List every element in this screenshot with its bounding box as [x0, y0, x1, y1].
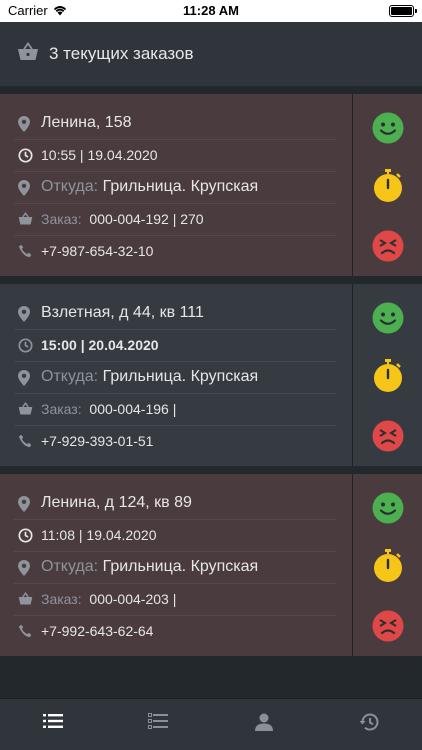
- basket-icon: [18, 402, 33, 421]
- phone-text[interactable]: +7-992-643-62-64: [41, 623, 153, 639]
- phone-icon: [18, 624, 32, 643]
- checklist-icon: [148, 713, 169, 729]
- datetime-text: 15:00 | 20.04.2020: [41, 337, 159, 353]
- location-pin-icon: [18, 116, 30, 137]
- location-pin-icon: [18, 370, 30, 391]
- basket-icon: [18, 212, 33, 231]
- from-value: Грильница. Крупская: [102, 178, 259, 195]
- address-text: Взлетная, д 44, кв 111: [41, 304, 204, 321]
- order-label: Заказ:: [41, 211, 82, 227]
- orders-header: 3 текущих заказов: [0, 22, 422, 86]
- address-row: Взлетная, д 44, кв 111: [0, 298, 336, 330]
- order-card[interactable]: Ленина, д 124, кв 89 11:08 | 19.04.2020 …: [0, 474, 422, 656]
- order-details[interactable]: Взлетная, д 44, кв 111 15:00 | 20.04.202…: [0, 284, 352, 466]
- address-text: Ленина, 158: [41, 114, 132, 131]
- datetime-row: 11:08 | 19.04.2020: [0, 520, 336, 552]
- order-number-text: Заказ: 000-004-192 | 270: [41, 211, 204, 227]
- happy-face-icon[interactable]: [372, 492, 404, 524]
- datetime-row: 10:55 | 19.04.2020: [0, 140, 336, 172]
- phone-row[interactable]: +7-992-643-62-64: [0, 616, 336, 648]
- order-value: 000-004-196 |: [89, 401, 177, 417]
- order-actions: [353, 474, 422, 656]
- happy-face-icon[interactable]: [372, 302, 404, 334]
- location-pin-icon: [18, 496, 30, 517]
- address-row: Ленина, д 124, кв 89: [0, 488, 336, 520]
- order-card[interactable]: Взлетная, д 44, кв 111 15:00 | 20.04.202…: [0, 284, 422, 466]
- phone-row[interactable]: +7-929-393-01-51: [0, 426, 336, 458]
- tab-profile[interactable]: [211, 699, 317, 750]
- order-details[interactable]: Ленина, 158 10:55 | 19.04.2020 Откуда: Г…: [0, 94, 352, 276]
- order-details[interactable]: Ленина, д 124, кв 89 11:08 | 19.04.2020 …: [0, 474, 352, 656]
- tab-orders[interactable]: [0, 699, 106, 750]
- basket-icon: [17, 41, 39, 67]
- location-pin-icon: [18, 180, 30, 201]
- tab-bar: [0, 698, 422, 750]
- order-label: Заказ:: [41, 591, 82, 607]
- order-actions: [353, 94, 422, 276]
- order-card[interactable]: Ленина, 158 10:55 | 19.04.2020 Откуда: Г…: [0, 94, 422, 276]
- basket-icon: [18, 592, 33, 611]
- page-title: 3 текущих заказов: [49, 44, 194, 63]
- clock-icon: [18, 148, 33, 168]
- order-value: 000-004-192 | 270: [89, 211, 204, 227]
- stopwatch-icon[interactable]: [372, 169, 404, 202]
- phone-text[interactable]: +7-929-393-01-51: [41, 433, 153, 449]
- location-pin-icon: [18, 560, 30, 581]
- tab-history[interactable]: [317, 699, 422, 750]
- address-text: Ленина, д 124, кв 89: [41, 494, 192, 511]
- order-number-text: Заказ: 000-004-196 |: [41, 401, 176, 417]
- datetime-text: 11:08 | 19.04.2020: [41, 527, 157, 543]
- order-number-row: Заказ: 000-004-192 | 270: [0, 204, 336, 236]
- angry-face-icon[interactable]: [372, 610, 404, 642]
- address-row: Ленина, 158: [0, 108, 336, 140]
- from-text: Откуда: Грильница. Крупская: [41, 178, 258, 196]
- stopwatch-icon[interactable]: [372, 359, 404, 392]
- order-number-row: Заказ: 000-004-196 |: [0, 394, 336, 426]
- angry-face-icon[interactable]: [372, 230, 404, 262]
- from-value: Грильница. Крупская: [102, 558, 259, 575]
- order-label: Заказ:: [41, 401, 82, 417]
- clock-label: 11:28 AM: [183, 3, 239, 18]
- from-row: Откуда: Грильница. Крупская: [0, 172, 336, 204]
- from-label: Откуда:: [41, 368, 99, 385]
- order-value: 000-004-203 |: [89, 591, 177, 607]
- phone-icon: [18, 434, 32, 453]
- from-label: Откуда:: [41, 178, 99, 195]
- from-text: Откуда: Грильница. Крупская: [41, 368, 258, 386]
- clock-icon: [18, 528, 33, 548]
- angry-face-icon[interactable]: [372, 420, 404, 452]
- from-label: Откуда:: [41, 558, 99, 575]
- phone-icon: [18, 244, 32, 263]
- clock-icon: [18, 338, 33, 358]
- from-row: Откуда: Грильница. Крупская: [0, 552, 336, 584]
- stopwatch-icon[interactable]: [372, 549, 404, 582]
- tab-checklist[interactable]: [106, 699, 212, 750]
- history-icon: [359, 713, 379, 731]
- phone-row[interactable]: +7-987-654-32-10: [0, 236, 336, 268]
- location-pin-icon: [18, 306, 30, 327]
- profile-icon: [254, 713, 273, 731]
- datetime-row: 15:00 | 20.04.2020: [0, 330, 336, 362]
- from-text: Откуда: Грильница. Крупская: [41, 558, 258, 576]
- order-actions: [353, 284, 422, 466]
- happy-face-icon[interactable]: [372, 112, 404, 144]
- phone-text[interactable]: +7-987-654-32-10: [41, 243, 153, 259]
- order-number-text: Заказ: 000-004-203 |: [41, 591, 176, 607]
- datetime-text: 10:55 | 19.04.2020: [41, 147, 158, 163]
- from-row: Откуда: Грильница. Крупская: [0, 362, 336, 394]
- status-bar: Carrier 11:28 AM: [0, 0, 422, 22]
- orders-list-icon: [42, 714, 63, 728]
- order-number-row: Заказ: 000-004-203 |: [0, 584, 336, 616]
- battery-icon: [389, 5, 417, 17]
- from-value: Грильница. Крупская: [102, 368, 259, 385]
